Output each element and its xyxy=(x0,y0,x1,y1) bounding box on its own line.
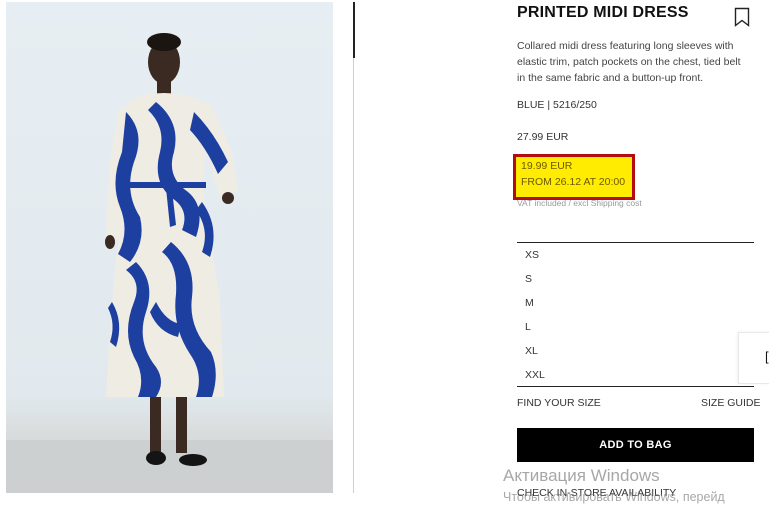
product-description: Collared midi dress featuring long sleev… xyxy=(517,40,741,84)
sale-price: 19.99 EUR xyxy=(521,160,573,172)
bookmark-icon[interactable] xyxy=(734,7,750,27)
size-option-m[interactable]: M xyxy=(517,291,754,315)
product-page: PRINTED MIDI DRESS Collared midi dress f… xyxy=(0,0,769,507)
add-to-bag-button[interactable]: ADD TO BAG xyxy=(517,428,754,462)
product-title: PRINTED MIDI DRESS xyxy=(517,4,689,21)
original-price: 27.99 EUR xyxy=(517,131,569,143)
dress-photo-icon xyxy=(6,33,333,493)
gallery-divider xyxy=(353,2,354,493)
side-panel-tab[interactable]: [ xyxy=(738,332,769,384)
size-selector: XS S M L XL XXL xyxy=(517,243,754,387)
windows-activation-watermark-text: Чтобы активировать Windows, перейд xyxy=(503,490,725,504)
gallery-scroll-indicator[interactable] xyxy=(353,2,355,58)
windows-activation-watermark-title: Активация Windows xyxy=(503,466,660,485)
product-color-reference: BLUE | 5216/250 xyxy=(517,99,597,111)
size-list-bottom-border xyxy=(517,386,754,387)
product-image[interactable] xyxy=(6,2,333,493)
size-option-xs[interactable]: XS xyxy=(517,243,754,267)
sale-start-date: FROM 26.12 AT 20:00 xyxy=(521,176,626,188)
vat-note: VAT included / excl Shipping cost xyxy=(517,198,642,208)
size-option-xxl[interactable]: XXL xyxy=(517,363,754,387)
side-panel-tab-label: [ xyxy=(765,349,769,364)
size-option-l[interactable]: L xyxy=(517,315,754,339)
sale-price-highlight: 19.99 EUR FROM 26.12 AT 20:00 xyxy=(513,154,635,200)
size-guide-link[interactable]: SIZE GUIDE xyxy=(701,397,761,409)
find-your-size-link[interactable]: FIND YOUR SIZE xyxy=(517,397,601,409)
size-option-s[interactable]: S xyxy=(517,267,754,291)
size-option-xl[interactable]: XL xyxy=(517,339,754,363)
